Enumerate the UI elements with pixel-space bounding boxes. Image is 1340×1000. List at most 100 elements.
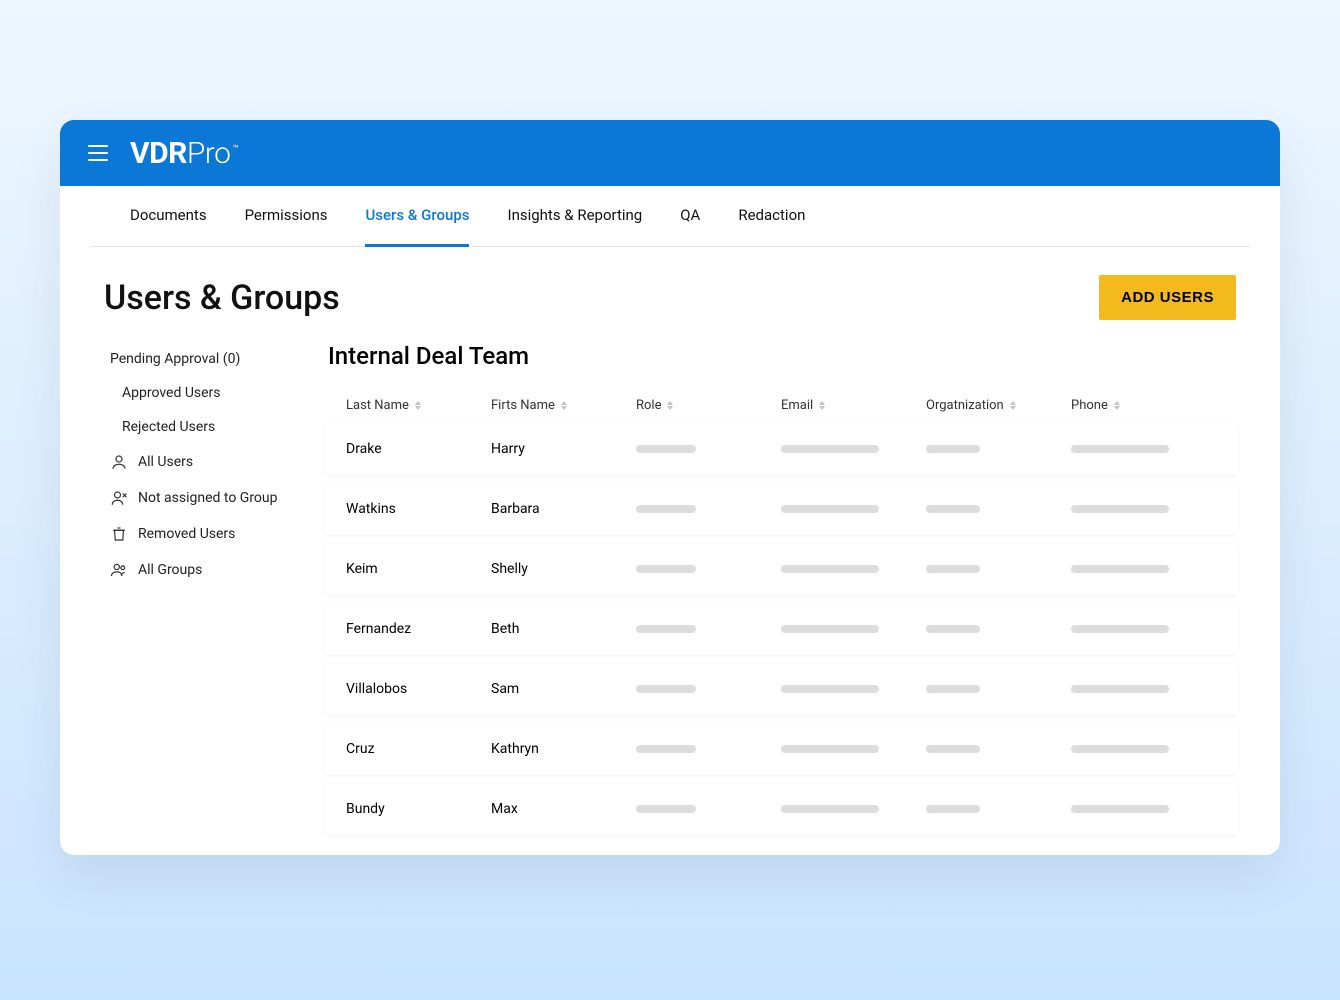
placeholder	[1071, 625, 1169, 633]
content: Pending Approval (0) Approved Users Reject…	[60, 332, 1280, 855]
table-row[interactable]: WatkinsBarbara	[324, 483, 1238, 535]
cell: Fernandez	[346, 621, 491, 637]
cell	[636, 505, 781, 513]
tab-users-groups[interactable]: Users & Groups	[365, 186, 469, 247]
cell	[781, 685, 926, 693]
topbar: VDRPro™	[60, 120, 1280, 186]
brand-bold: VDR	[130, 136, 187, 171]
add-users-button[interactable]: ADD USERS	[1099, 275, 1236, 320]
table-row[interactable]: VillalobosSam	[324, 663, 1238, 715]
app-window: VDRPro™ DocumentsPermissionsUsers & Grou…	[60, 120, 1280, 855]
users-icon	[110, 561, 128, 579]
cell: Max	[491, 801, 636, 817]
sidebar-item-not-assigned-to-group[interactable]: Not assigned to Group	[104, 480, 304, 516]
placeholder	[1071, 565, 1169, 573]
sidebar-item-removed-users[interactable]: Removed Users	[104, 516, 304, 552]
column-label: Phone	[1071, 398, 1108, 413]
cell	[781, 565, 926, 573]
tab-permissions[interactable]: Permissions	[245, 186, 328, 247]
placeholder	[636, 745, 696, 753]
cell	[926, 505, 1071, 513]
placeholder	[781, 505, 879, 513]
cell	[781, 745, 926, 753]
placeholder	[781, 685, 879, 693]
sidebar-item-approved-users[interactable]: Approved Users	[104, 376, 304, 410]
cell	[636, 745, 781, 753]
sidebar-item-label: Approved Users	[122, 385, 221, 401]
sidebar-item-pending-approval[interactable]: Pending Approval (0)	[104, 342, 304, 376]
sidebar-item-label: Not assigned to Group	[138, 490, 278, 506]
table-row[interactable]: CruzKathryn	[324, 723, 1238, 775]
column-label: Role	[636, 398, 661, 413]
cell	[926, 625, 1071, 633]
trash-icon	[110, 525, 128, 543]
page-header: Users & Groups ADD USERS	[60, 247, 1280, 332]
tab-qa[interactable]: QA	[680, 186, 700, 247]
cell	[636, 565, 781, 573]
cell	[926, 805, 1071, 813]
cell	[926, 445, 1071, 453]
table-row[interactable]: KeimShelly	[324, 543, 1238, 595]
column-header-orgatnization[interactable]: Orgatnization	[926, 398, 1071, 413]
placeholder	[926, 685, 980, 693]
column-header-last-name[interactable]: Last Name	[346, 398, 491, 413]
cell: Bundy	[346, 801, 491, 817]
cell	[1071, 745, 1216, 753]
cell	[1071, 505, 1216, 513]
tab-insights-reporting[interactable]: Insights & Reporting	[507, 186, 642, 247]
sidebar-item-all-users[interactable]: All Users	[104, 444, 304, 480]
placeholder	[1071, 505, 1169, 513]
cell	[781, 805, 926, 813]
column-label: Last Name	[346, 398, 409, 413]
cell: Watkins	[346, 501, 491, 517]
brand-logo: VDRPro™	[130, 136, 238, 171]
column-header-firts-name[interactable]: Firts Name	[491, 398, 636, 413]
brand-light: Pro	[187, 136, 231, 171]
placeholder	[926, 805, 980, 813]
cell	[1071, 445, 1216, 453]
column-label: Email	[781, 398, 813, 413]
cell	[781, 625, 926, 633]
placeholder	[636, 625, 696, 633]
user-x-icon	[110, 489, 128, 507]
table-row[interactable]: FernandezBeth	[324, 603, 1238, 655]
cell	[636, 685, 781, 693]
tab-bar: Documents Permissions Users & Groups Insigh…	[90, 186, 1250, 247]
sidebar-item-all-groups[interactable]: All Groups	[104, 552, 304, 588]
cell	[1071, 625, 1216, 633]
sort-icon	[415, 401, 421, 410]
column-header-phone[interactable]: Phone	[1071, 398, 1216, 413]
cell: Drake	[346, 441, 491, 457]
cell: Sam	[491, 681, 636, 697]
cell: Shelly	[491, 561, 636, 577]
sidebar-item-label: All Groups	[138, 562, 202, 578]
column-header-email[interactable]: Email	[781, 398, 926, 413]
tab-redaction[interactable]: Redaction	[738, 186, 805, 247]
table-row[interactable]: DrakeHarry	[324, 423, 1238, 475]
sidebar-item-rejected-users[interactable]: Rejected Users	[104, 410, 304, 444]
sort-icon	[819, 401, 825, 410]
cell	[1071, 685, 1216, 693]
placeholder	[926, 565, 980, 573]
placeholder	[1071, 445, 1169, 453]
table-body: DrakeHarry WatkinsBarbara KeimShelly Fernan…	[324, 423, 1238, 835]
tab-documents[interactable]: Documents	[130, 186, 207, 247]
sort-icon	[667, 401, 673, 410]
table-row[interactable]: BundyMax	[324, 783, 1238, 835]
placeholder	[781, 745, 879, 753]
cell	[926, 565, 1071, 573]
cell: Barbara	[491, 501, 636, 517]
column-header-role[interactable]: Role	[636, 398, 781, 413]
placeholder	[1071, 685, 1169, 693]
team-title: Internal Deal Team	[324, 332, 1238, 388]
menu-icon[interactable]	[88, 145, 108, 161]
cell	[926, 685, 1071, 693]
table-header: Last Name Firts NameRole Email Orgatnizatio…	[324, 388, 1238, 423]
main-panel: Internal Deal Team Last Name Firts NameRo…	[324, 332, 1238, 835]
cell	[781, 505, 926, 513]
user-icon	[110, 453, 128, 471]
cell	[636, 625, 781, 633]
sort-icon	[1010, 401, 1016, 410]
placeholder	[781, 445, 879, 453]
sidebar-item-label: Removed Users	[138, 526, 235, 542]
